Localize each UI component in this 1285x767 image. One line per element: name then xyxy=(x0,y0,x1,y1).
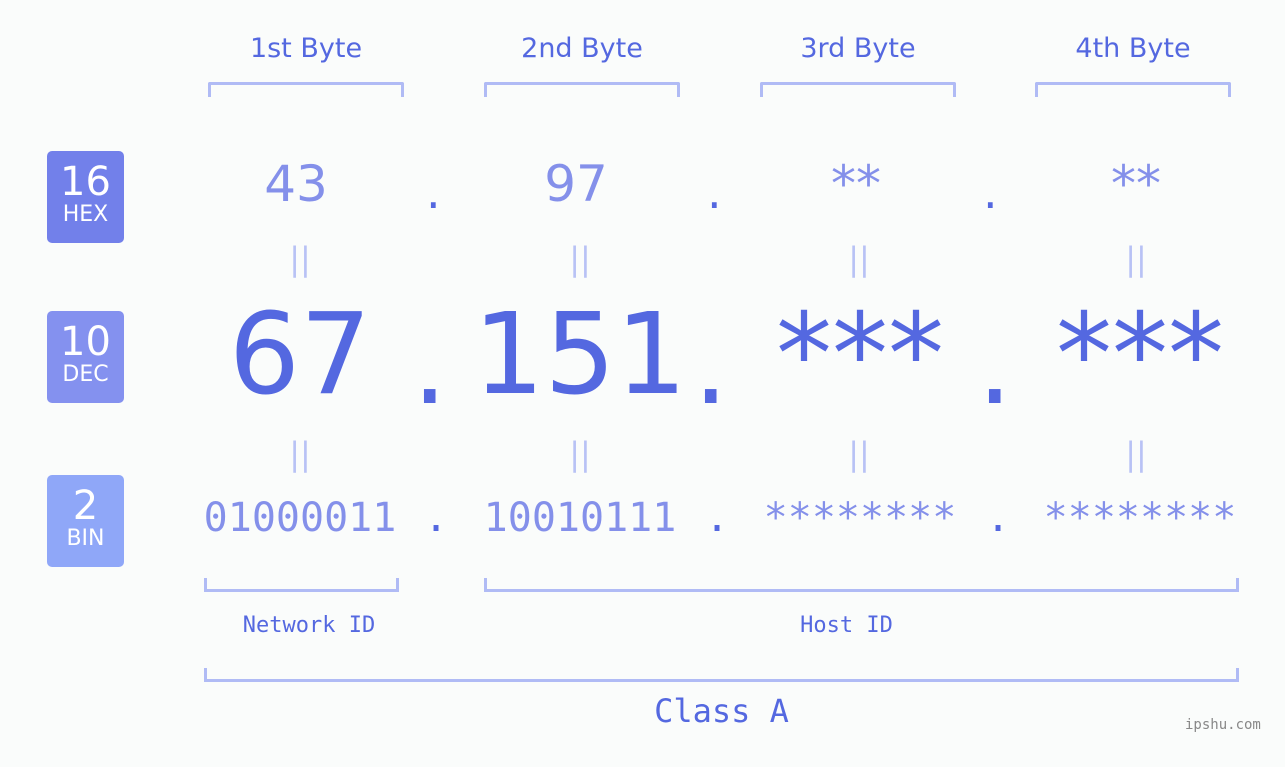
hex-badge-label: HEX xyxy=(62,202,109,227)
byte-header-3: 3rd Byte xyxy=(800,33,916,64)
equals-mark: || xyxy=(848,240,870,278)
byte-header-2: 2nd Byte xyxy=(521,33,643,64)
hex-dot-3: . xyxy=(983,165,998,219)
bin-badge-label: BIN xyxy=(66,526,105,551)
network-id-bracket xyxy=(204,578,399,592)
bin-value-1: 01000011 xyxy=(203,495,397,541)
host-id-label: Host ID xyxy=(800,613,893,638)
equals-mark: || xyxy=(569,435,591,473)
byte-bracket-3 xyxy=(760,82,956,97)
bin-dot-2: . xyxy=(705,495,730,541)
equals-mark: || xyxy=(569,240,591,278)
byte-header-4: 4th Byte xyxy=(1075,33,1191,64)
dec-value-4: *** xyxy=(1056,290,1224,420)
hex-value-4: ** xyxy=(1111,155,1161,213)
dec-value-3: *** xyxy=(776,290,944,420)
bin-value-3: ******** xyxy=(763,495,957,541)
equals-mark: || xyxy=(1125,240,1147,278)
byte-bracket-2 xyxy=(484,82,680,97)
hex-dot-2: . xyxy=(707,165,722,219)
hex-value-1: 43 xyxy=(264,155,328,213)
bin-badge: 2 BIN xyxy=(47,475,124,567)
byte-bracket-4 xyxy=(1035,82,1231,97)
bin-badge-number: 2 xyxy=(72,483,99,529)
byte-bracket-1 xyxy=(208,82,404,97)
equals-mark: || xyxy=(289,240,311,278)
hex-value-3: ** xyxy=(831,155,881,213)
hex-badge: 16 HEX xyxy=(47,151,124,243)
network-id-label: Network ID xyxy=(242,613,376,638)
class-label: Class A xyxy=(654,692,789,730)
equals-mark: || xyxy=(848,435,870,473)
host-id-bracket xyxy=(484,578,1239,592)
equals-mark: || xyxy=(289,435,311,473)
hex-badge-number: 16 xyxy=(60,159,111,205)
equals-mark: || xyxy=(1125,435,1147,473)
dec-badge-label: DEC xyxy=(62,362,109,387)
bin-dot-3: . xyxy=(986,495,1011,541)
class-bracket xyxy=(204,668,1239,682)
bin-dot-1: . xyxy=(424,495,449,541)
byte-header-1: 1st Byte xyxy=(249,33,363,64)
dec-badge-number: 10 xyxy=(60,319,111,365)
watermark: ipshu.com xyxy=(1185,717,1261,733)
hex-value-2: 97 xyxy=(544,155,608,213)
hex-dot-1: . xyxy=(426,165,441,219)
dec-value-1: 67 xyxy=(228,290,372,420)
dec-badge: 10 DEC xyxy=(47,311,124,403)
bin-value-2: 10010111 xyxy=(483,495,677,541)
bin-value-4: ******** xyxy=(1043,495,1237,541)
dec-value-2: 151 xyxy=(473,290,687,420)
